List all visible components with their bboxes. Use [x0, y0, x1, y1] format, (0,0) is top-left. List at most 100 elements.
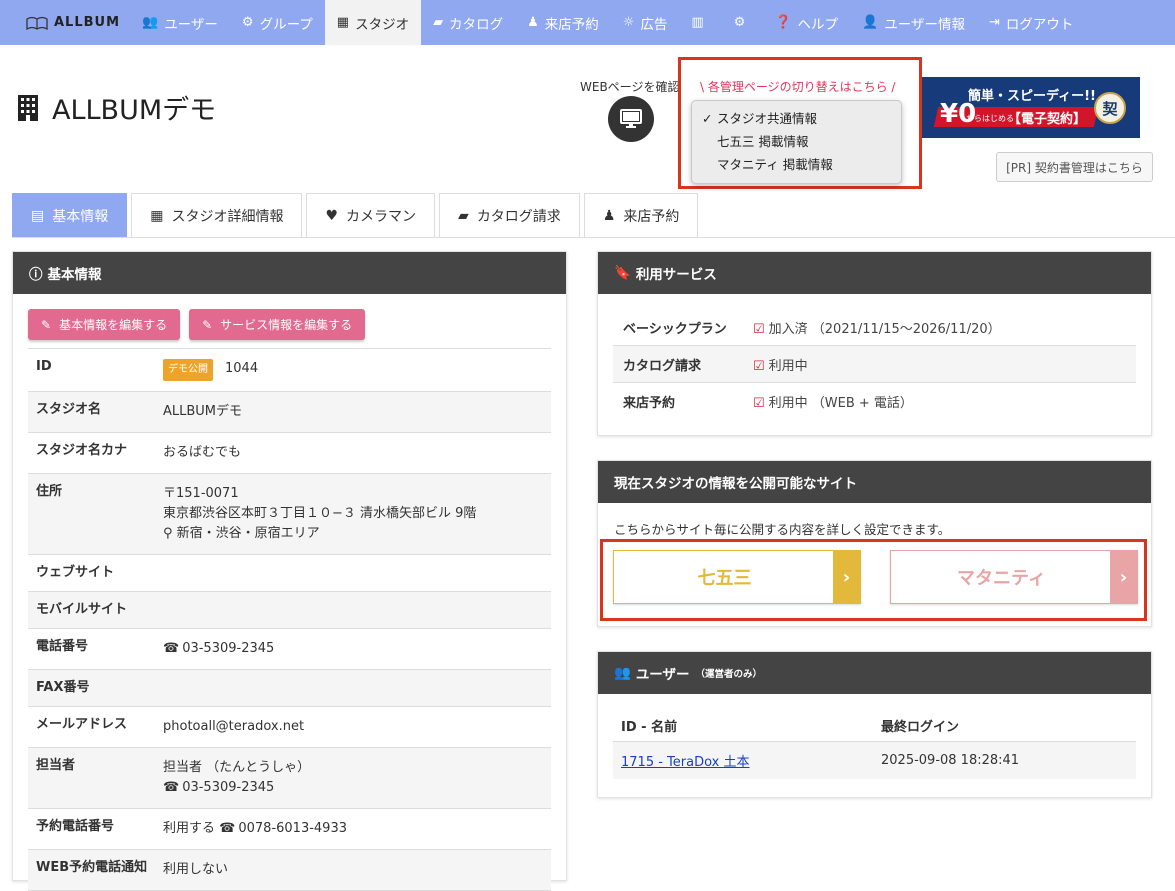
publish-sites-panel: 現在スタジオの情報を公開可能なサイト こちらからサイト毎に公開する内容を詳しく設…: [597, 460, 1152, 627]
panel-header: 🔖 利用サービス: [598, 252, 1151, 294]
web-preview-button[interactable]: [608, 96, 654, 142]
nav-settings[interactable]: ⚙: [722, 0, 764, 45]
maternity-site-button[interactable]: マタニティ ›: [890, 550, 1138, 604]
table-row: モバイルサイト: [28, 592, 551, 629]
table-row: ウェブサイト: [28, 555, 551, 592]
e-contract-banner[interactable]: 簡単・スピーディー!! ¥0 からはじめる 【電子契約】 契: [922, 77, 1140, 138]
tab-basic-info[interactable]: ▤ 基本情報: [12, 193, 128, 238]
switch-option-shichigosan[interactable]: 七五三 掲載情報: [692, 130, 901, 153]
brand-name: ALLBUM: [54, 15, 121, 30]
switcher-label: \ 各管理ページの切り替えはこちら /: [700, 80, 896, 94]
document-icon: ▤: [31, 208, 45, 224]
table-row: 1715 - TeraDox 土本 2025-09-08 18:28:41: [613, 742, 1136, 779]
page-switcher-highlight: \ 各管理ページの切り替えはこちら / ✓ スタジオ共通情報 七五三 掲載情報 マ…: [678, 57, 922, 189]
tab-catalog-request[interactable]: ▰ カタログ請求: [439, 193, 580, 238]
studio-tabs: ▤ 基本情報 ▦ スタジオ詳細情報 ♥ カメラマン ▰ カタログ請求 ♟ 来店予約: [12, 193, 702, 238]
nav-studio[interactable]: ▦ スタジオ: [324, 0, 422, 45]
table-row: WEB予約電話通知 利用しない: [28, 850, 551, 891]
edit-icon: ✎: [202, 317, 213, 332]
cogs-icon: ⚙: [241, 15, 254, 30]
panel-header: ⓘ 基本情報: [13, 252, 566, 294]
status-badge: デモ公開: [163, 359, 213, 381]
nav-group[interactable]: ⚙ グループ: [230, 0, 325, 45]
shichigosan-site-button[interactable]: 七五三 ›: [613, 550, 861, 604]
person-icon: ♟: [527, 15, 539, 30]
users-panel: 👥 ユーザー （運営者のみ） ID - 名前 最終ログイン 1715 - TeraDo…: [597, 651, 1152, 798]
webcheck-label: WEBページを確認: [580, 80, 680, 94]
nav-ads[interactable]: ☼ 広告: [611, 0, 680, 45]
nav-stats[interactable]: ▥: [679, 0, 721, 45]
tab-cameraman[interactable]: ♥ カメラマン: [306, 193, 436, 238]
phone-icon: ☎: [219, 821, 236, 836]
user-icon: 👤: [862, 15, 879, 30]
edit-basic-info-button[interactable]: ✎ 基本情報を編集する: [28, 309, 181, 340]
sites-description: こちらからサイト毎に公開する内容を詳しく設定できます。: [614, 522, 951, 537]
book-icon: ▰: [433, 15, 444, 30]
check-icon: ✓: [702, 111, 713, 126]
bookmark-icon: 🔖: [614, 265, 631, 281]
checkbox-checked-icon: ☑: [753, 358, 765, 374]
users-icon: 👥: [614, 665, 631, 681]
bar-chart-icon: ▥: [691, 15, 704, 30]
building-icon: ▦: [336, 15, 350, 30]
table-row: スタジオ名 ALLBUMデモ: [28, 392, 551, 433]
contract-seal-icon: 契: [1094, 92, 1126, 124]
chevron-right-icon: ›: [833, 551, 860, 603]
gears-icon: ⚙: [733, 15, 746, 30]
phone-icon: ☎: [163, 780, 180, 795]
tab-studio-detail[interactable]: ▦ スタジオ詳細情報: [131, 193, 303, 238]
building-icon: ▦: [150, 208, 164, 224]
switch-option-common[interactable]: ✓ スタジオ共通情報: [692, 107, 901, 130]
book-icon: ▰: [458, 208, 469, 224]
table-row: 電話番号 ☎ 03-5309-2345: [28, 629, 551, 670]
nav-catalog[interactable]: ▰ カタログ: [421, 0, 515, 45]
brand-logo[interactable]: ALLBUM: [0, 0, 130, 45]
phone-icon: ☎: [163, 641, 180, 656]
edit-service-info-button[interactable]: ✎ サービス情報を編集する: [189, 309, 366, 340]
info-icon: ⓘ: [29, 267, 43, 283]
top-nav: ALLBUM 👥 ユーザー ⚙ グループ ▦ スタジオ ▰ カタログ ♟ 来店予約 ☼ 広告…: [0, 0, 1175, 45]
users-table: ID - 名前 最終ログイン 1715 - TeraDox 土本 2025-09-0…: [613, 710, 1136, 779]
chevron-right-icon: ›: [1110, 551, 1137, 603]
book-logo-icon: [26, 16, 48, 30]
nav-users[interactable]: 👥 ユーザー: [130, 0, 230, 45]
checkbox-checked-icon: ☑: [753, 321, 765, 337]
switch-option-maternity[interactable]: マタニティ 掲載情報: [692, 153, 901, 176]
table-row: 住所 〒151-0071 東京都渋谷区本町３丁目１０−３ 清水橋矢部ビル 9階 ⚲ 新…: [28, 474, 551, 555]
page-title: ALLBUMデモ: [18, 88, 216, 127]
table-header: ID - 名前 最終ログイン: [613, 710, 1136, 742]
tab-reservation[interactable]: ♟ 来店予約: [583, 193, 699, 238]
services-panel: 🔖 利用サービス ベーシックプラン ☑ 加入済 （2021/11/15〜2026/11…: [597, 251, 1152, 436]
users-icon: 👥: [142, 15, 159, 30]
services-table: ベーシックプラン ☑ 加入済 （2021/11/15〜2026/11/20） カタロ…: [613, 309, 1136, 420]
heartbeat-icon: ♥: [325, 208, 339, 224]
user-link[interactable]: 1715 - TeraDox 土本: [621, 755, 749, 770]
table-row: スタジオ名カナ おるばむでも: [28, 433, 551, 474]
nav-reservation[interactable]: ♟ 来店予約: [515, 0, 611, 45]
table-row: カタログ請求 ☑ 利用中: [613, 346, 1136, 383]
sites-highlight: 七五三 › マタニティ ›: [600, 539, 1147, 621]
question-icon: ❓: [775, 15, 792, 30]
table-row: 予約電話番号 利用する ☎ 0078-6013-4933: [28, 809, 551, 850]
nav-logout[interactable]: ⇥ ログアウト: [977, 0, 1085, 45]
contract-management-button[interactable]: [PR] 契約書管理はこちら: [996, 152, 1153, 182]
table-row: 担当者 担当者 （たんとうしゃ） ☎ 03-5309-2345: [28, 748, 551, 809]
tab-divider: [12, 237, 1175, 238]
page-switcher-dropdown[interactable]: ✓ スタジオ共通情報 七五三 掲載情報 マタニティ 掲載情報: [691, 100, 902, 184]
basic-info-table: ID デモ公開 1044 スタジオ名 ALLBUMデモ スタジオ名カナ おるばむでも 住…: [28, 348, 551, 891]
table-row: FAX番号: [28, 670, 551, 707]
table-row: メールアドレス photoall@teradox.net: [28, 707, 551, 748]
lightbulb-icon: ☼: [622, 15, 635, 30]
basic-info-panel: ⓘ 基本情報 ✎ 基本情報を編集する ✎ サービス情報を編集する ID デモ公開 1044…: [12, 251, 567, 891]
map-marker-icon: ⚲: [163, 526, 173, 541]
table-row: 来店予約 ☑ 利用中 （WEB + 電話）: [623, 396, 913, 411]
nav-help[interactable]: ❓ ヘルプ: [763, 0, 850, 45]
panel-header: 現在スタジオの情報を公開可能なサイト: [598, 461, 1151, 503]
nav-user-info[interactable]: 👤 ユーザー情報: [850, 0, 977, 45]
table-row: ベーシックプラン ☑ 加入済 （2021/11/15〜2026/11/20）: [613, 309, 1136, 346]
person-icon: ♟: [602, 208, 616, 224]
checkbox-checked-icon: ☑: [753, 396, 765, 411]
edit-icon: ✎: [41, 317, 52, 332]
logout-icon: ⇥: [988, 15, 1000, 30]
monitor-icon: [620, 109, 642, 128]
